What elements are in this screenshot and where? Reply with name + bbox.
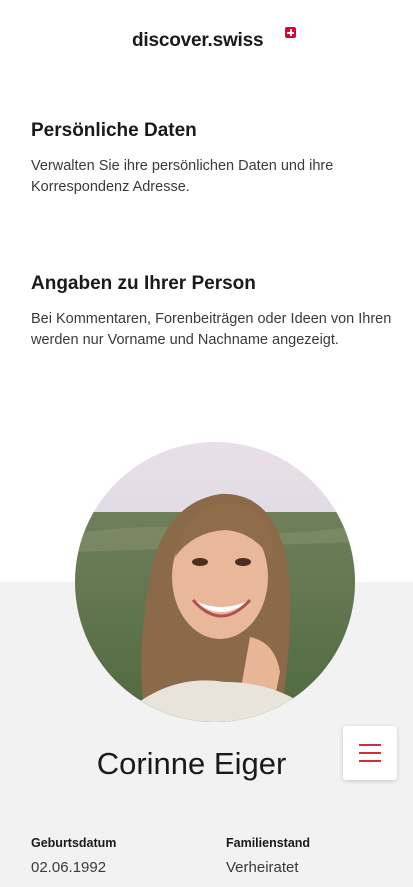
avatar: [75, 442, 355, 722]
personal-data-title: Persönliche Daten: [31, 120, 197, 141]
person-info-section: Angaben zu Ihrer Person Bei Kommentaren,…: [31, 273, 396, 351]
logo-text[interactable]: discover.swiss: [132, 30, 264, 52]
person-info-description: Bei Kommentaren, Forenbeiträgen oder Ide…: [31, 311, 392, 348]
personal-data-description: Verwalten Sie ihre persönlichen Daten un…: [31, 158, 334, 195]
hamburger-menu-icon-bar: [359, 752, 381, 754]
person-info-title: Angaben zu Ihrer Person: [31, 273, 256, 294]
birthdate-label: Geburtsdatum: [31, 836, 117, 850]
birthdate-field: Geburtsdatum 02.06.1992: [31, 836, 116, 876]
menu-button[interactable]: [343, 726, 397, 780]
marital-status-label: Familienstand: [226, 836, 311, 850]
birthdate-value: 02.06.1992: [31, 859, 107, 876]
swiss-cross-icon: [285, 27, 296, 38]
personal-data-section: Persönliche Daten Verwalten Sie ihre per…: [31, 120, 396, 198]
hamburger-menu-icon-bar: [359, 760, 381, 762]
hamburger-menu-icon: [359, 744, 381, 746]
marital-status-field: Familienstand Verheiratet: [226, 836, 310, 876]
marital-status-value: Verheiratet: [226, 859, 299, 876]
header: discover.swiss: [0, 0, 413, 80]
